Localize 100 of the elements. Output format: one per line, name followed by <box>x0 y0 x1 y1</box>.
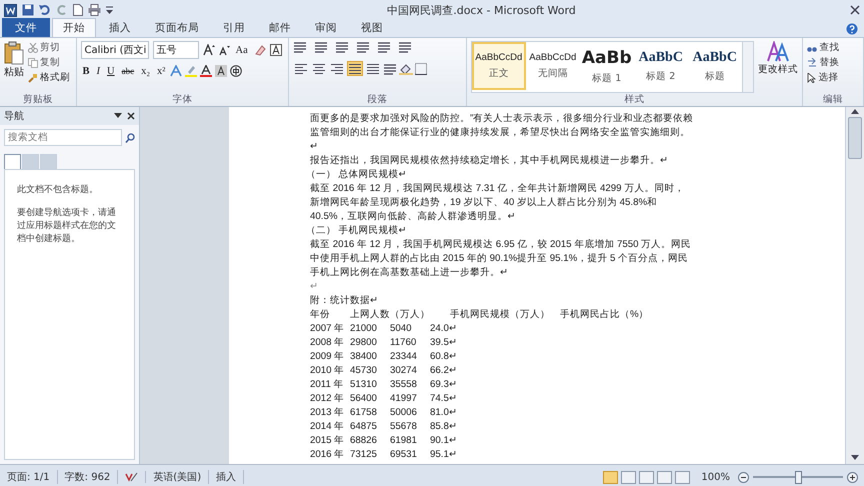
paragraph-text: 报告还指出，我国网民规模依然持续稳定增长，其中手机网民规模进一步攀升。↵ <box>310 154 669 168</box>
table-cell-text: 81.0↵ <box>430 406 458 420</box>
ribbon-tab[interactable]: 邮件 <box>258 18 302 37</box>
format-button[interactable]: B <box>80 66 92 76</box>
zoom-out-icon[interactable] <box>738 472 749 482</box>
ribbon-tab[interactable]: 开始 <box>52 18 96 37</box>
zoom-slider-thumb[interactable] <box>795 470 802 484</box>
table-cell-text: 38400 <box>350 350 378 364</box>
format-button[interactable]: U <box>105 66 117 76</box>
shrink-font-icon[interactable] <box>218 44 230 56</box>
alignment-button[interactable] <box>329 61 346 76</box>
style-gallery-item[interactable]: AaBbC 标题 2 <box>634 42 688 90</box>
table-cell-text: 85.8↵ <box>430 420 458 434</box>
character-shading-icon[interactable] <box>215 65 228 77</box>
zoom-level[interactable]: 100% <box>693 472 738 482</box>
table-cell-text: 30274 <box>390 364 418 378</box>
clear-format-icon[interactable] <box>254 44 266 56</box>
table-cell-text: 69531 <box>390 448 418 462</box>
format-button[interactable]: I <box>94 66 102 76</box>
view-button[interactable] <box>657 470 672 484</box>
table-cell-text: 2015 年 <box>310 434 346 448</box>
alignment-button[interactable] <box>347 61 364 76</box>
table-cell-text: 64875 <box>350 420 378 434</box>
scroll-down-icon[interactable] <box>851 455 859 460</box>
format-painter-button[interactable]: 格式刷 <box>28 71 70 84</box>
ribbon-tab[interactable]: 审阅 <box>304 18 348 37</box>
font-color-icon[interactable] <box>200 65 212 77</box>
style-gallery-item[interactable]: AaBbCcDd 正文 <box>472 42 526 90</box>
enclosed-character-icon[interactable] <box>230 65 242 77</box>
table-cell-text: 73125 <box>350 448 378 462</box>
font-size-field[interactable]: 五号 <box>152 41 198 59</box>
view-button[interactable] <box>621 470 636 484</box>
find-button[interactable]: 查找 <box>807 41 840 54</box>
shading-icon[interactable] <box>399 62 414 74</box>
search-icon[interactable] <box>125 132 135 142</box>
table-cell-text: 2013 年 <box>310 406 346 420</box>
letters-icon <box>766 41 789 63</box>
replace-button[interactable]: 替换 <box>807 56 840 69</box>
table-cell-text: 23344 <box>390 350 418 364</box>
pointer-icon <box>807 72 816 82</box>
undo-icon[interactable] <box>39 4 51 16</box>
help-icon[interactable] <box>846 23 858 35</box>
printer-icon[interactable] <box>88 4 101 16</box>
copy-button[interactable]: 复制 <box>28 56 70 69</box>
brush-icon <box>28 72 38 82</box>
scrollbar-thumb[interactable] <box>848 117 862 159</box>
ribbon-tab[interactable]: 引用 <box>212 18 256 37</box>
text-effects-icon[interactable] <box>170 65 182 77</box>
alignment-button[interactable] <box>365 61 382 76</box>
style-gallery-item[interactable]: AaBb 标题 1 <box>580 42 634 90</box>
table-cell-text: 2016 年 <box>310 448 346 462</box>
alignment-button[interactable] <box>311 61 328 76</box>
ribbon-tab[interactable]: 页面布局 <box>144 18 210 37</box>
table-cell-text: 2014 年 <box>310 420 346 434</box>
table-cell-text: 51310 <box>350 378 378 392</box>
table-cell-text: 2011 年 <box>310 378 345 392</box>
format-button[interactable]: x₂ <box>139 66 152 76</box>
ribbon-tab[interactable]: 插入 <box>98 18 142 37</box>
character-border-icon[interactable] <box>270 44 282 56</box>
new-document-icon[interactable] <box>73 4 83 16</box>
file-tab[interactable]: 文件 <box>2 18 50 37</box>
scissors-icon <box>28 42 38 52</box>
table-cell-text: 29800 <box>350 336 378 350</box>
language-indicator[interactable]: 英语(美国) <box>146 470 210 484</box>
table-header: 年份 <box>310 308 331 322</box>
page-count[interactable]: 页面: 1/1 <box>0 470 58 484</box>
close-icon[interactable] <box>850 5 860 15</box>
format-button[interactable]: x² <box>155 66 168 76</box>
view-tab[interactable] <box>4 154 21 169</box>
ribbon-tab[interactable]: 视图 <box>350 18 394 37</box>
change-case-button[interactable]: Aa <box>234 44 250 56</box>
grow-font-icon[interactable] <box>202 44 214 56</box>
word-logo-icon[interactable] <box>4 4 17 16</box>
insert-mode[interactable]: 插入 <box>209 470 244 484</box>
search-field[interactable]: 搜索文档 <box>4 129 122 146</box>
style-gallery-item[interactable]: AaBbCcDd 无间隔 <box>526 42 580 90</box>
table-header: 手机网民规模（万人） <box>450 308 551 322</box>
paste-button[interactable]: 粘贴 <box>4 41 24 93</box>
close-icon[interactable] <box>127 112 135 120</box>
select-button[interactable]: 选择 <box>807 71 840 84</box>
font-name-field[interactable]: Calibri (西文i <box>80 41 148 59</box>
save-icon[interactable] <box>22 4 34 16</box>
customize-arrow-icon[interactable] <box>106 5 113 15</box>
proofing-icon[interactable] <box>125 471 138 483</box>
word-count[interactable]: 字数: 962 <box>58 470 118 484</box>
view-button[interactable] <box>675 470 690 484</box>
format-button[interactable]: abc <box>120 66 136 76</box>
gallery-scrollbar[interactable] <box>742 42 753 92</box>
zoom-in-icon[interactable] <box>847 472 858 482</box>
borders-icon[interactable] <box>415 62 428 74</box>
table-header: 上网人数（万人） <box>350 308 431 322</box>
group-label: 样式 <box>624 93 646 106</box>
scroll-up-icon[interactable] <box>851 109 859 114</box>
style-gallery-item[interactable]: AaBbC 标题 <box>688 42 742 90</box>
view-button[interactable] <box>639 470 654 484</box>
dropdown-arrow-icon[interactable] <box>114 113 122 119</box>
alignment-button[interactable] <box>293 61 310 76</box>
table-cell-text: 61758 <box>350 406 378 420</box>
cut-button[interactable]: 剪切 <box>28 41 70 54</box>
change-styles-button[interactable]: 更改样式 <box>758 41 798 93</box>
